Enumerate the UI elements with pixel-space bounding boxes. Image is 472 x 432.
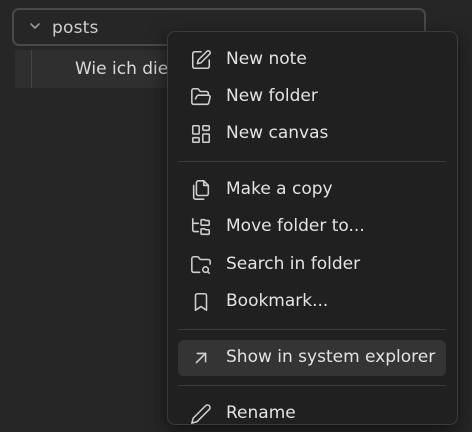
menu-separator <box>178 161 446 162</box>
menu-item-label: Search in folder <box>226 254 361 274</box>
menu-item-search-folder[interactable]: Search in folder <box>178 247 446 283</box>
menu-item-new-folder[interactable]: New folder <box>178 79 446 115</box>
pencil-icon <box>190 403 212 425</box>
tree-item-file[interactable]: Wie ich die <box>15 50 185 88</box>
tree-item-label: Wie ich die <box>75 59 169 79</box>
menu-separator <box>178 385 446 386</box>
bookmark-icon <box>190 291 212 313</box>
copy-icon <box>190 179 212 201</box>
menu-item-label: Show in system explorer <box>226 347 436 367</box>
menu-item-label: New note <box>226 49 307 69</box>
indent-guide <box>31 50 32 88</box>
menu-item-label: Make a copy <box>226 179 333 199</box>
menu-item-bookmark[interactable]: Bookmark... <box>178 284 446 320</box>
edit-icon <box>190 49 212 71</box>
menu-item-rename[interactable]: Rename <box>178 396 446 432</box>
menu-item-label: New folder <box>226 86 318 106</box>
menu-separator <box>178 329 446 330</box>
menu-item-make-copy[interactable]: Make a copy <box>178 172 446 208</box>
menu-item-move-folder[interactable]: Move folder to... <box>178 209 446 245</box>
folder-tree-icon <box>190 216 212 238</box>
menu-item-label: Rename <box>226 403 296 423</box>
context-menu: New note New folder New canvas Make a co… <box>167 31 458 425</box>
folder-search-icon <box>190 254 212 276</box>
menu-item-label: Bookmark... <box>226 291 329 311</box>
layout-dashboard-icon <box>190 123 212 145</box>
menu-item-new-note[interactable]: New note <box>178 42 446 78</box>
menu-item-new-canvas[interactable]: New canvas <box>178 116 446 152</box>
arrow-up-right-icon <box>190 347 212 369</box>
menu-item-label: Move folder to... <box>226 216 365 236</box>
menu-item-show-in-explorer[interactable]: Show in system explorer <box>178 340 446 376</box>
menu-item-label: New canvas <box>226 123 329 143</box>
chevron-down-icon[interactable] <box>28 19 42 33</box>
tree-folder-label: posts <box>52 18 99 38</box>
folder-open-icon <box>190 86 212 108</box>
